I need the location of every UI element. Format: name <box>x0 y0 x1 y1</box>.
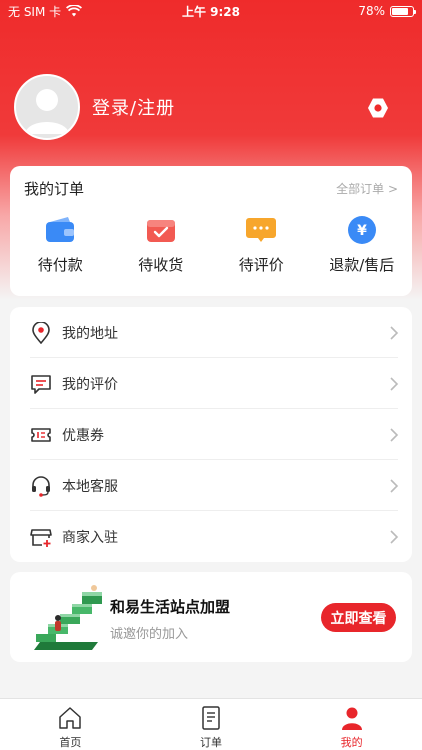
order-pending-receipt-label: 待收货 <box>138 256 184 274</box>
user-icon <box>341 707 362 730</box>
chevron-right-icon <box>390 478 399 493</box>
money-stairs-illustration-icon <box>34 585 102 650</box>
yuan-coin-icon: ¥ <box>347 216 376 244</box>
settings-hexagon-icon[interactable] <box>366 96 390 120</box>
menu-item-customer-service-label: 本地客服 <box>62 478 118 495</box>
wifi-icon <box>66 5 83 17</box>
menu-item-customer-service[interactable]: 本地客服 <box>10 460 412 511</box>
order-pending-payment-label: 待付款 <box>37 256 83 274</box>
tab-mine-label: 我的 <box>340 736 363 749</box>
menu-item-merchant-join[interactable]: 商家入驻 <box>10 511 412 562</box>
chevron-right-icon <box>390 325 399 340</box>
location-pin-icon <box>32 321 50 344</box>
carrier-label: 无 SIM 卡 <box>8 4 62 19</box>
wallet-icon <box>46 217 75 242</box>
bottom-tab-bar: 首页 订单 我的 <box>0 698 422 750</box>
franchise-promo-card[interactable]: 和易生活站点加盟 诚邀你的加入 立即查看 <box>10 572 412 662</box>
svg-text:¥: ¥ <box>357 223 367 239</box>
menu-item-address[interactable]: 我的地址 <box>10 307 412 358</box>
promo-subtitle: 诚邀你的加入 <box>110 627 189 642</box>
order-pending-review[interactable]: 待评价 <box>211 214 312 275</box>
order-list-icon <box>202 706 220 730</box>
battery-percent: 78% <box>358 4 385 18</box>
tab-home-label: 首页 <box>59 736 82 749</box>
orders-card: 我的订单 全部订单 > 待付款 待收货 待评价 ¥ 退款/售后 <box>10 166 412 296</box>
battery-icon <box>390 5 416 17</box>
chevron-right-icon <box>390 529 399 544</box>
tab-home[interactable]: 首页 <box>0 699 141 750</box>
comment-icon <box>31 374 51 394</box>
promo-title: 和易生活站点加盟 <box>110 598 231 616</box>
order-pending-review-label: 待评价 <box>238 256 284 274</box>
view-now-button[interactable]: 立即查看 <box>321 603 396 632</box>
menu-item-address-label: 我的地址 <box>62 325 118 342</box>
menu-item-coupons[interactable]: 优惠券 <box>10 409 412 460</box>
orders-title: 我的订单 <box>24 179 85 198</box>
menu-item-merchant-join-label: 商家入驻 <box>62 529 118 546</box>
order-refund-aftersale[interactable]: ¥ 退款/售后 <box>312 214 413 275</box>
avatar[interactable] <box>14 74 80 140</box>
orders-header: 我的订单 全部订单 > <box>10 166 412 210</box>
menu-item-reviews[interactable]: 我的评价 <box>10 358 412 409</box>
chevron-right-icon <box>390 376 399 391</box>
tab-mine[interactable]: 我的 <box>281 699 422 750</box>
profile-section[interactable]: 登录/注册 <box>14 74 175 140</box>
order-refund-aftersale-label: 退款/售后 <box>329 256 395 274</box>
comment-bubble-icon <box>246 218 277 242</box>
order-pending-payment[interactable]: 待付款 <box>10 214 111 275</box>
all-orders-link[interactable]: 全部订单 > <box>336 180 398 197</box>
menu-item-coupons-label: 优惠券 <box>62 427 104 444</box>
status-bar: 无 SIM 卡 上午 9:28 78% <box>0 0 422 22</box>
coupon-icon <box>31 427 51 442</box>
headset-icon <box>32 475 50 497</box>
login-register-link[interactable]: 登录/注册 <box>92 94 175 120</box>
menu-item-reviews-label: 我的评价 <box>62 376 118 393</box>
chevron-right-icon <box>390 427 399 442</box>
tab-orders-label: 订单 <box>200 736 222 749</box>
menu-card: 我的地址 我的评价 优惠券 本地客服 商家入驻 <box>10 307 412 562</box>
shop-plus-icon <box>30 528 52 547</box>
order-pending-receipt[interactable]: 待收货 <box>111 214 212 275</box>
order-status-grid: 待付款 待收货 待评价 ¥ 退款/售后 <box>10 214 412 275</box>
home-icon <box>59 707 82 729</box>
tab-orders[interactable]: 订单 <box>141 699 282 750</box>
avatar-placeholder-icon <box>25 89 69 134</box>
parcel-box-icon <box>146 220 175 242</box>
